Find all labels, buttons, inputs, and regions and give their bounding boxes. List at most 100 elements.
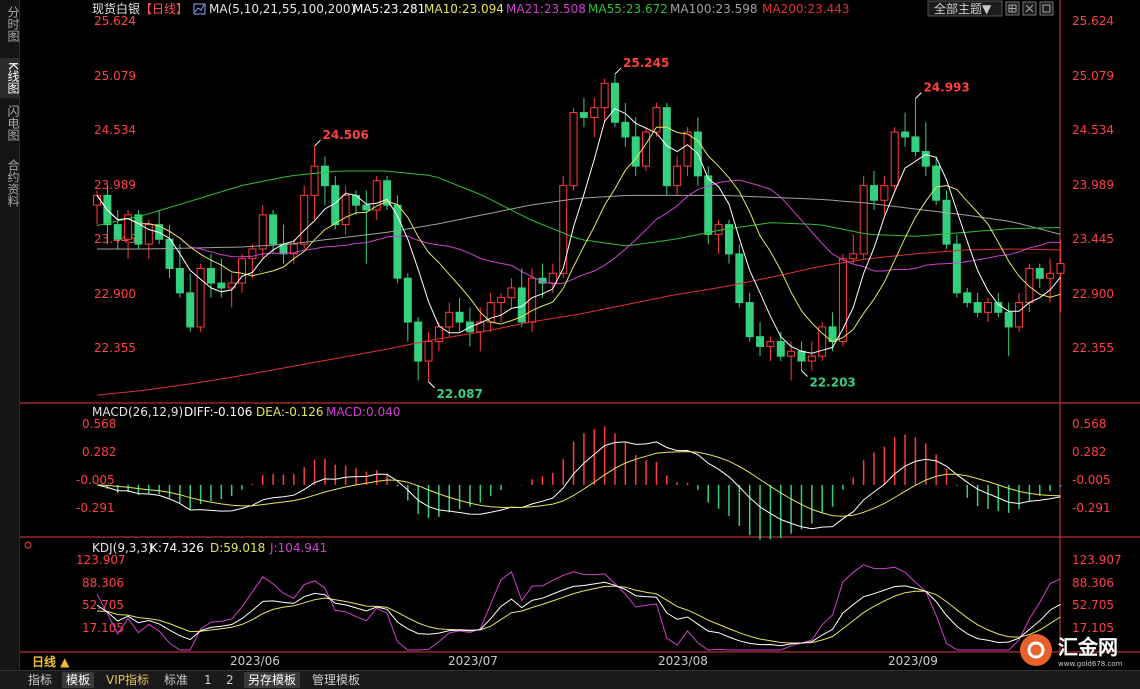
candle-body bbox=[642, 131, 651, 167]
candle-body bbox=[165, 238, 174, 269]
macd-tick-left-1: 0.568 bbox=[82, 417, 116, 431]
tab-save-template[interactable]: 另存模板 bbox=[244, 672, 301, 688]
low-price-label: 22.203 bbox=[809, 375, 855, 389]
sidebar-tab-kline[interactable]: K线图 bbox=[0, 58, 20, 98]
price-tick-right-3: 24.534 bbox=[1072, 123, 1114, 137]
candle-body bbox=[880, 185, 889, 201]
ma-legend-ma21: MA21:23.508 bbox=[506, 2, 586, 16]
candle-body bbox=[1015, 302, 1024, 328]
tab-vip-indicators[interactable]: VIP指标 bbox=[102, 672, 153, 688]
price-tick-left-1: 25.624 bbox=[94, 14, 136, 28]
candle bbox=[196, 263, 205, 332]
candle bbox=[818, 322, 827, 362]
candle bbox=[383, 175, 392, 210]
candle bbox=[393, 195, 402, 284]
price-tick-right-1: 25.624 bbox=[1072, 14, 1114, 28]
high-price-label: 24.993 bbox=[923, 81, 969, 95]
candle-body bbox=[1046, 272, 1055, 279]
candle-body bbox=[932, 165, 941, 201]
tab-manage-templates[interactable]: 管理模板 bbox=[308, 672, 364, 688]
candle-body bbox=[1035, 267, 1044, 279]
candle bbox=[952, 234, 961, 298]
macd-tick-right-3: -0.005 bbox=[1072, 473, 1111, 487]
candle-body bbox=[859, 185, 868, 255]
candle-body bbox=[248, 248, 257, 260]
macd-legend: MACD(26,12,9) DIFF:-0.106 DEA:-0.126 MAC… bbox=[92, 405, 400, 419]
candle-body bbox=[497, 297, 506, 304]
candle-body bbox=[921, 151, 930, 167]
candle-body bbox=[963, 292, 972, 304]
price-tick-right-7: 22.355 bbox=[1072, 341, 1114, 355]
candle bbox=[569, 107, 578, 191]
candle-body bbox=[1004, 311, 1013, 328]
fullscreen-icon[interactable] bbox=[1039, 1, 1054, 16]
kdj-tick-left-2: 88.306 bbox=[82, 576, 124, 590]
tab-template-1[interactable]: 1 bbox=[200, 672, 216, 688]
ma-legend-ma10: MA10:23.094 bbox=[424, 2, 504, 16]
candle-body bbox=[911, 136, 920, 153]
sidebar-tab-flash[interactable]: 闪电图 bbox=[0, 102, 20, 144]
kdj-k: K:74.326 bbox=[150, 541, 204, 555]
sidebar-tab-contract-info[interactable]: 合约资料 bbox=[0, 154, 20, 212]
period-selector[interactable]: 日线 ▲ bbox=[32, 654, 70, 669]
bottom-toolbar: 指标 模板 VIP指标 标准 1 2 另存模板 管理模板 bbox=[0, 670, 1140, 689]
ma-params: MA(5,10,21,55,100,200) bbox=[209, 2, 355, 16]
tab-standard[interactable]: 标准 bbox=[160, 672, 192, 688]
macd-tick-left-4: -0.291 bbox=[76, 501, 115, 515]
tab-indicators[interactable]: 指标 bbox=[24, 672, 56, 688]
kdj-tick-right-3: 52.705 bbox=[1072, 598, 1114, 612]
chart-background bbox=[20, 0, 1140, 670]
month-label-sep: 2023/09 bbox=[888, 654, 938, 668]
candle-body bbox=[807, 355, 816, 362]
price-tick-left-6: 22.900 bbox=[94, 287, 136, 301]
candle-body bbox=[258, 214, 267, 250]
candle-body bbox=[175, 267, 184, 294]
candle bbox=[559, 175, 568, 279]
candle-body bbox=[600, 82, 609, 109]
candle-body bbox=[113, 224, 122, 240]
candle-body bbox=[735, 253, 744, 304]
kdj-tick-right-2: 88.306 bbox=[1072, 576, 1114, 590]
candle-body bbox=[745, 302, 754, 338]
tab-template-2[interactable]: 2 bbox=[222, 672, 238, 688]
candle bbox=[859, 175, 868, 259]
candle-body bbox=[269, 214, 278, 245]
macd-tick-right-4: -0.291 bbox=[1072, 501, 1111, 515]
macd-dea: DEA:-0.126 bbox=[256, 405, 324, 419]
low-price-label: 22.087 bbox=[437, 387, 483, 401]
candle-body bbox=[714, 224, 723, 235]
left-sidebar: 分时图 K线图 闪电图 合约资料 bbox=[0, 0, 20, 670]
candle-body bbox=[704, 175, 713, 235]
candle bbox=[735, 244, 744, 308]
kdj-tick-right-1: 123.907 bbox=[1072, 553, 1122, 567]
ma-legend-ma5: MA5:23.281 bbox=[353, 2, 425, 16]
candle-body bbox=[424, 341, 433, 362]
candle-body bbox=[1056, 263, 1065, 274]
candle-body bbox=[952, 243, 961, 294]
candle-body bbox=[414, 321, 423, 362]
macd-value: MACD:0.040 bbox=[326, 405, 400, 419]
candle-body bbox=[579, 112, 588, 118]
candle-body bbox=[683, 131, 692, 167]
candle-body bbox=[186, 292, 195, 328]
chart-area[interactable]: 现货白银 【日线】 MA(5,10,21,55,100,200) MA5:23.… bbox=[20, 0, 1140, 670]
macd-tick-right-2: 0.282 bbox=[1072, 445, 1106, 459]
price-tick-right-4: 23.989 bbox=[1072, 178, 1114, 192]
price-tick-left-3: 24.534 bbox=[94, 123, 136, 137]
month-label-jul: 2023/07 bbox=[448, 654, 498, 668]
candle-body bbox=[849, 253, 858, 260]
candle-body bbox=[787, 350, 796, 357]
candle-body bbox=[870, 185, 878, 201]
price-tick-left-2: 25.079 bbox=[94, 69, 136, 83]
price-tick-right-2: 25.079 bbox=[1072, 69, 1114, 83]
candle-body bbox=[611, 82, 619, 123]
high-price-label: 25.245 bbox=[623, 56, 669, 70]
logo-url: www.gold678.com bbox=[1058, 660, 1123, 668]
high-price-label: 24.506 bbox=[323, 128, 369, 142]
candle-body bbox=[134, 214, 143, 245]
tab-templates[interactable]: 模板 bbox=[62, 672, 95, 688]
sidebar-tab-timeshare[interactable]: 分时图 bbox=[0, 6, 20, 42]
candle-body bbox=[973, 302, 982, 313]
month-label-jun: 2023/06 bbox=[230, 654, 280, 668]
candle-body bbox=[362, 204, 371, 211]
